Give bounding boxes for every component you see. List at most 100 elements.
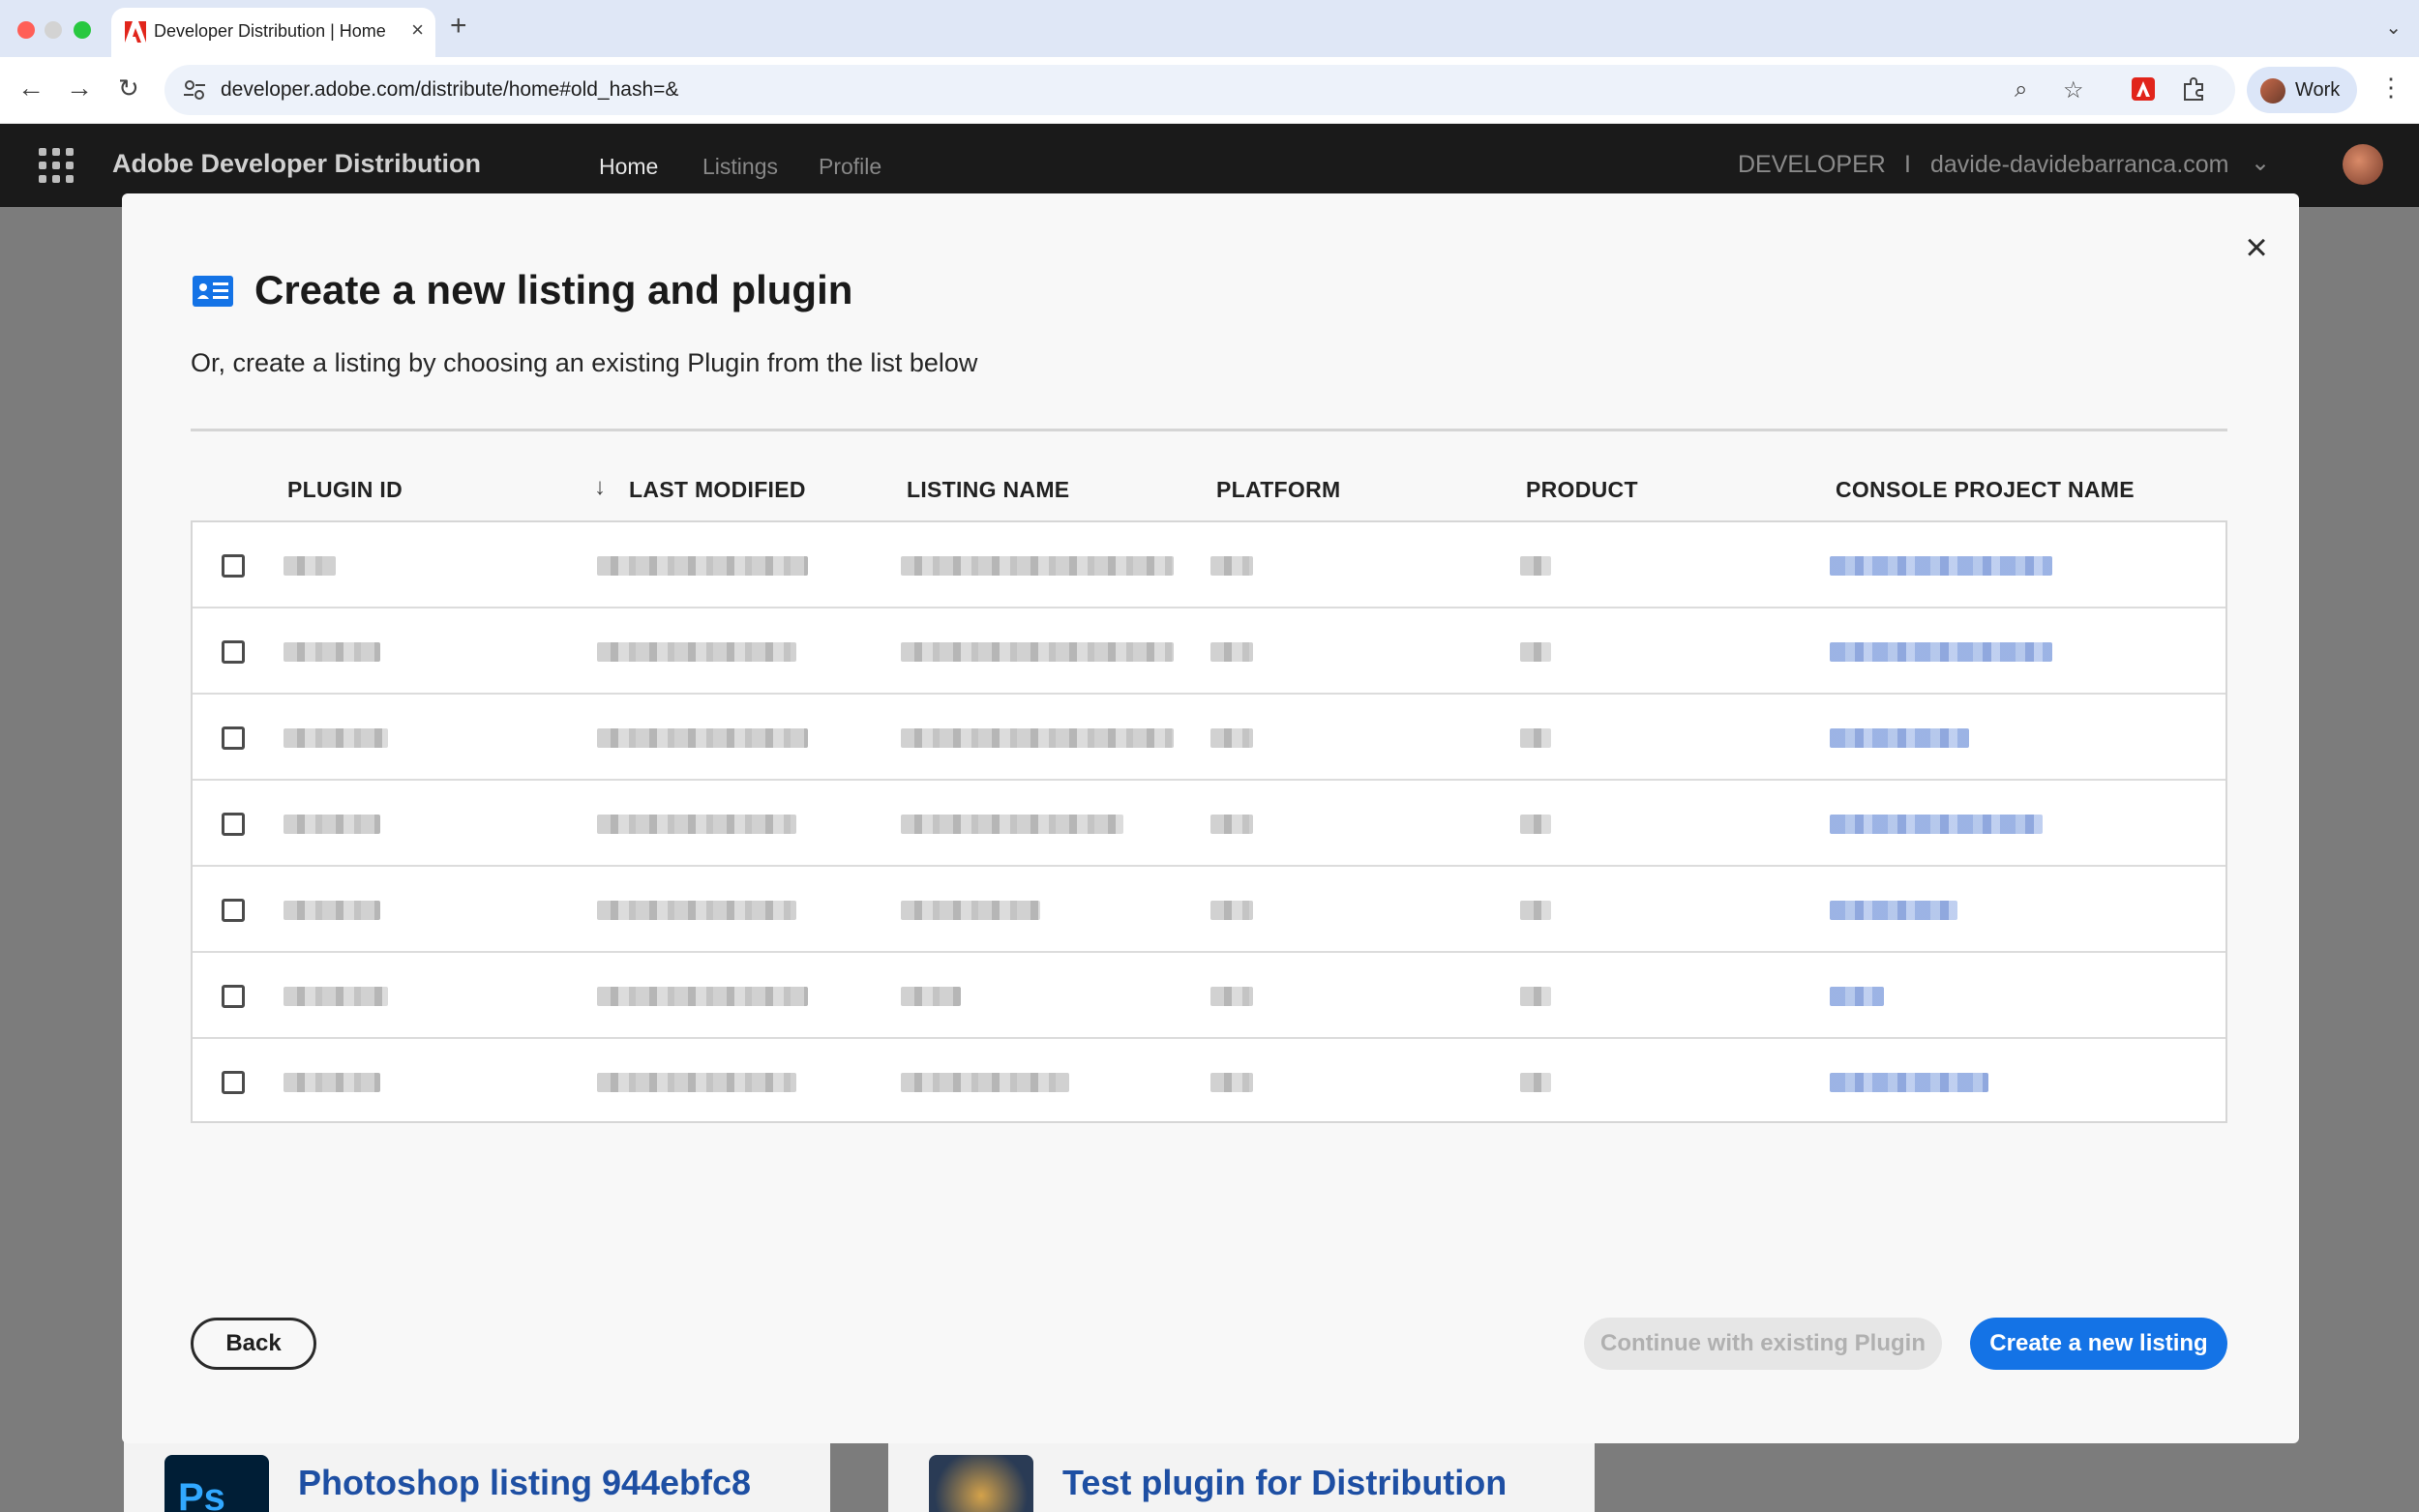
platform-cell [1210, 1073, 1253, 1092]
table-row[interactable] [193, 608, 2225, 695]
last-modified-cell [597, 642, 796, 662]
column-header-product[interactable]: PRODUCT [1526, 477, 1638, 503]
sort-descending-icon[interactable]: ↓ [594, 474, 606, 501]
tab-close-icon[interactable]: × [411, 19, 424, 41]
row-checkbox[interactable] [222, 813, 245, 836]
background-listing-card: Ps Photoshop listing 944ebfc8 [124, 1441, 830, 1512]
background-card-title: Test plugin for Distribution [1062, 1463, 1508, 1502]
console-project-link[interactable] [1830, 642, 2052, 662]
product-cell [1520, 1073, 1551, 1092]
listing-name-cell [901, 901, 1040, 920]
last-modified-cell [597, 556, 808, 576]
platform-cell [1210, 556, 1253, 576]
row-checkbox[interactable] [222, 899, 245, 922]
account-name[interactable]: davide-davidebarranca.com [1930, 151, 2229, 179]
last-modified-cell [597, 1073, 796, 1092]
header-separator: I [1904, 151, 1911, 178]
back-arrow-icon[interactable]: ← [17, 73, 45, 104]
column-header-platform[interactable]: PLATFORM [1216, 477, 1340, 503]
brand-title[interactable]: Adobe Developer Distribution [112, 149, 481, 179]
plugin-id-cell [284, 556, 336, 576]
product-cell [1520, 815, 1551, 834]
plugin-id-cell [284, 728, 388, 748]
nav-home[interactable]: Home [599, 154, 658, 180]
user-avatar[interactable] [2343, 144, 2383, 185]
product-cell [1520, 642, 1551, 662]
table-row[interactable] [193, 522, 2225, 608]
console-project-link[interactable] [1830, 1073, 1988, 1092]
role-label: DEVELOPER [1738, 151, 1886, 178]
plugin-id-cell [284, 901, 380, 920]
column-header-listing-name[interactable]: LISTING NAME [907, 477, 1069, 503]
plugin-thumbnail-image [929, 1455, 1033, 1512]
adobe-extension-icon[interactable] [2131, 76, 2156, 102]
tab-search-chevron-icon[interactable]: ⌄ [2385, 15, 2402, 40]
continue-with-existing-plugin-button[interactable]: Continue with existing Plugin [1584, 1318, 1942, 1370]
listing-name-cell [901, 1073, 1069, 1092]
table-row[interactable] [193, 1039, 2225, 1125]
adobe-favicon-icon [125, 21, 146, 43]
profile-avatar [2260, 78, 2285, 104]
console-project-link[interactable] [1830, 556, 2052, 576]
listing-name-cell [901, 642, 1174, 662]
site-settings-icon[interactable] [182, 77, 207, 103]
column-header-console-project-name[interactable]: CONSOLE PROJECT NAME [1836, 477, 2135, 503]
close-icon[interactable]: × [2235, 226, 2278, 269]
platform-cell [1210, 642, 1253, 662]
plugin-id-cell [284, 1073, 380, 1092]
row-checkbox[interactable] [222, 726, 245, 750]
listing-name-cell [901, 815, 1123, 834]
tab-title: Developer Distribution | Home [154, 21, 386, 41]
last-modified-cell [597, 728, 808, 748]
browser-menu-icon[interactable]: ⋮ [2378, 74, 2404, 100]
console-project-link[interactable] [1830, 815, 2043, 834]
table-row[interactable] [193, 867, 2225, 953]
background-listing-card: Test plugin for Distribution [888, 1441, 1595, 1512]
listing-name-cell [901, 728, 1174, 748]
table-row[interactable] [193, 953, 2225, 1039]
app-switcher-icon[interactable] [39, 148, 74, 183]
extensions-puzzle-icon[interactable] [2181, 76, 2206, 102]
plugin-id-cell [284, 987, 388, 1006]
row-checkbox[interactable] [222, 1071, 245, 1094]
close-window-button[interactable] [17, 21, 35, 39]
address-bar[interactable]: developer.adobe.com/distribute/home#old_… [164, 65, 2235, 115]
platform-cell [1210, 901, 1253, 920]
last-modified-cell [597, 987, 808, 1006]
dialog-title: Create a new listing and plugin [254, 267, 853, 312]
table-row[interactable] [193, 781, 2225, 867]
reload-icon[interactable]: ↻ [118, 73, 139, 104]
create-listing-dialog: × Create a new listing and plugin Or, cr… [122, 193, 2299, 1443]
product-cell [1520, 556, 1551, 576]
row-checkbox[interactable] [222, 985, 245, 1008]
listing-card-icon [193, 276, 233, 307]
profile-chip[interactable]: Work [2247, 67, 2357, 113]
table-row[interactable] [193, 695, 2225, 781]
create-new-listing-button[interactable]: Create a new listing [1970, 1318, 2227, 1370]
row-checkbox[interactable] [222, 640, 245, 664]
nav-profile[interactable]: Profile [819, 154, 881, 180]
browser-tab[interactable]: Developer Distribution | Home × [111, 8, 435, 57]
background-card-title: Photoshop listing 944ebfc8 [298, 1463, 752, 1502]
url-text[interactable]: developer.adobe.com/distribute/home#old_… [221, 78, 678, 102]
column-header-plugin-id[interactable]: PLUGIN ID [287, 477, 403, 503]
last-modified-cell [597, 901, 796, 920]
forward-arrow-icon[interactable]: → [66, 73, 93, 104]
column-header-last-modified[interactable]: LAST MODIFIED [629, 477, 806, 503]
console-project-link[interactable] [1830, 987, 1884, 1006]
back-button[interactable]: Back [191, 1318, 316, 1370]
browser-tab-bar: Developer Distribution | Home × + ⌄ [0, 0, 2419, 57]
console-project-link[interactable] [1830, 728, 1969, 748]
console-project-link[interactable] [1830, 901, 1957, 920]
zoom-icon[interactable]: ⌕ [2015, 76, 2027, 104]
minimize-window-button[interactable] [45, 21, 62, 39]
bookmark-star-icon[interactable]: ☆ [2063, 76, 2084, 104]
chevron-down-icon[interactable]: ⌄ [2251, 149, 2270, 177]
nav-listings[interactable]: Listings [702, 154, 778, 180]
row-checkbox[interactable] [222, 554, 245, 578]
plugins-table [191, 520, 2227, 1123]
platform-cell [1210, 987, 1253, 1006]
new-tab-icon[interactable]: + [450, 12, 467, 41]
plugin-id-cell [284, 642, 380, 662]
maximize-window-button[interactable] [74, 21, 91, 39]
